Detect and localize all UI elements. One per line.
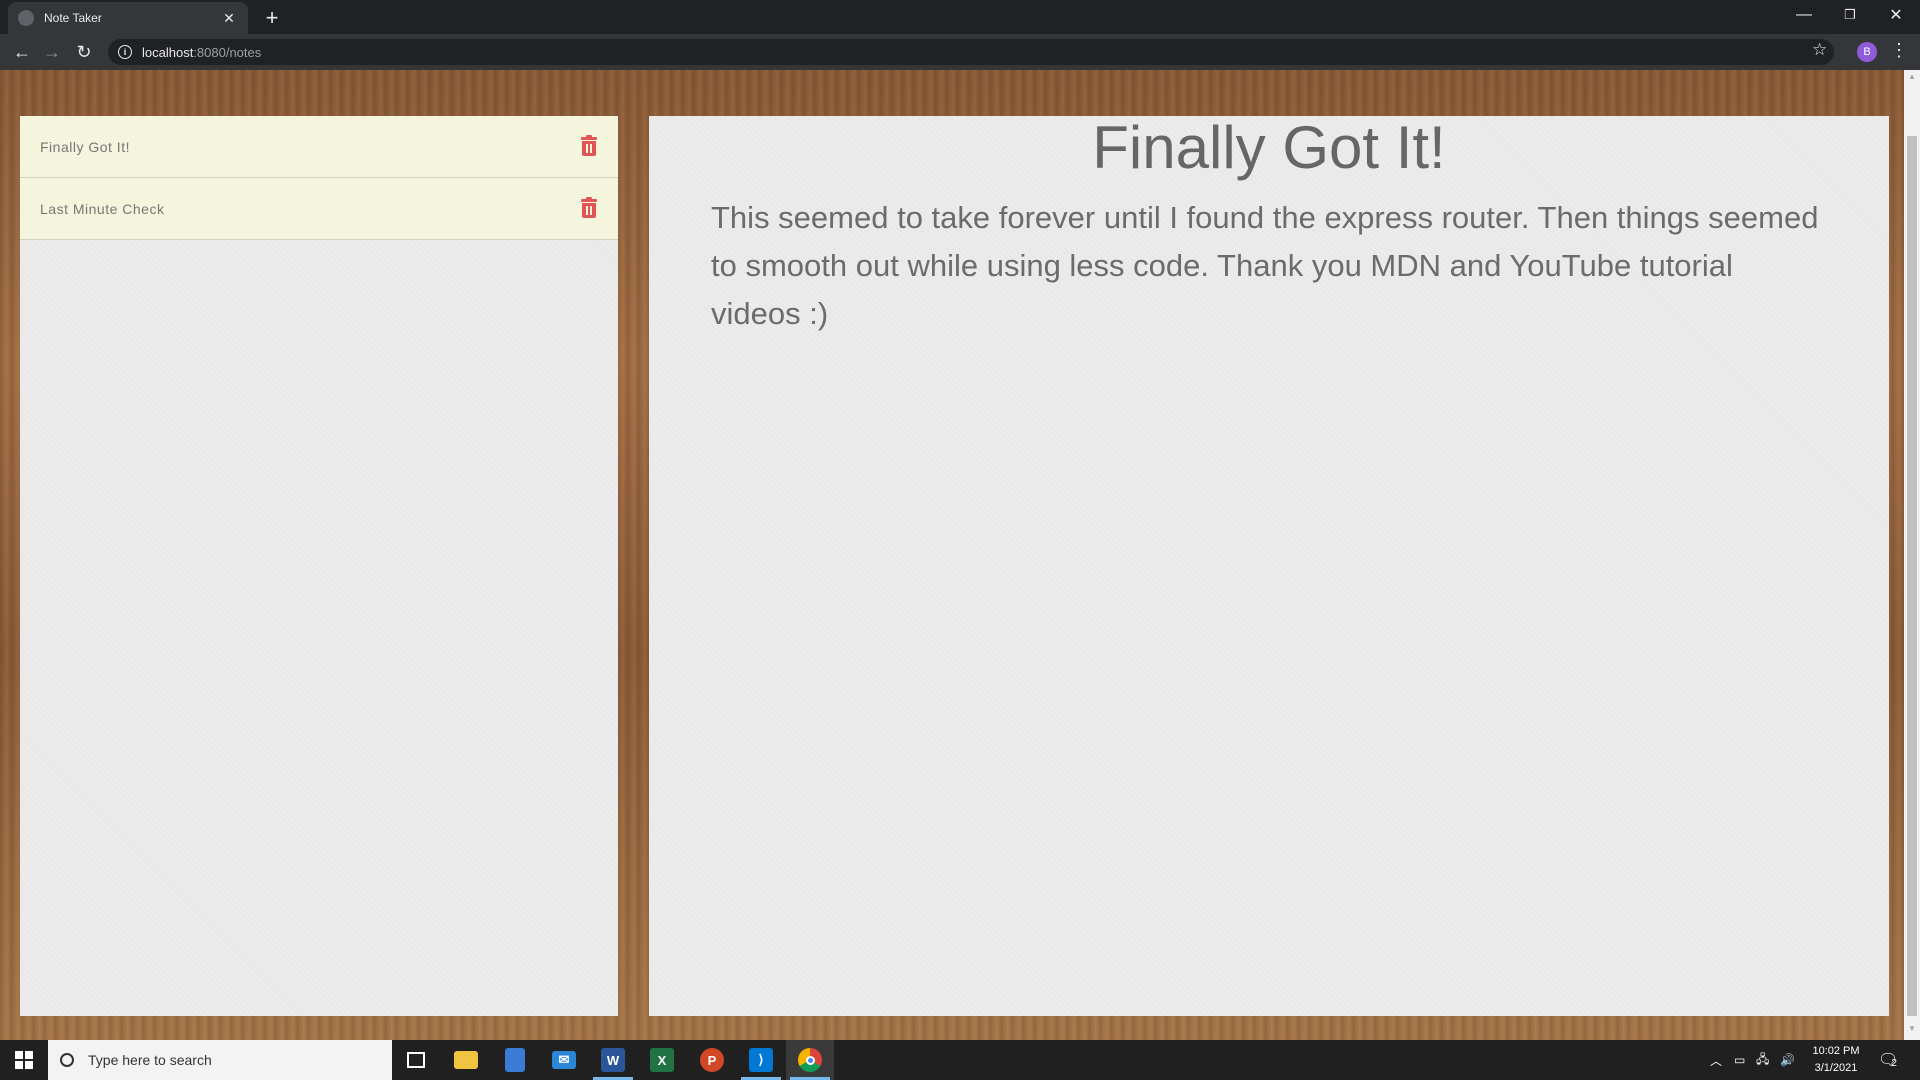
close-window-icon[interactable]: ✕ — [1873, 0, 1919, 30]
scroll-up-icon[interactable]: ▲ — [1904, 72, 1920, 86]
note-list-item-title: Last Minute Check — [40, 200, 165, 217]
browser-toolbar: ← → ↻ i localhost:8080/notes ☆ B ⋮ — [0, 34, 1920, 70]
browser-menu-icon[interactable]: ⋮ — [1890, 40, 1908, 61]
show-hidden-icons[interactable]: ︿ — [1710, 1040, 1722, 1080]
network-icon[interactable]: 🖧 — [1756, 1040, 1769, 1080]
system-clock[interactable]: 10:02 PM 3/1/2021 — [1810, 1043, 1862, 1077]
notes-list-panel: Finally Got It! Last Minute Check — [20, 116, 618, 1016]
profile-avatar[interactable]: B — [1857, 42, 1877, 62]
address-bar[interactable]: i localhost:8080/notes — [108, 39, 1834, 65]
url-host: localhost — [142, 44, 194, 60]
clock-date: 3/1/2021 — [1814, 1062, 1858, 1074]
url-path: :8080/notes — [193, 44, 262, 60]
excel-icon[interactable]: X — [638, 1040, 686, 1080]
search-placeholder: Type here to search — [88, 1052, 212, 1068]
tab-title: Note Taker — [44, 11, 102, 25]
trash-icon[interactable] — [580, 134, 598, 158]
note-list-item[interactable]: Finally Got It! — [20, 116, 618, 178]
note-text[interactable]: This seemed to take forever until I foun… — [711, 194, 1831, 338]
note-detail-panel: Finally Got It! This seemed to take fore… — [649, 114, 1889, 1016]
chrome-icon[interactable] — [786, 1040, 834, 1080]
site-info-icon[interactable]: i — [118, 45, 132, 59]
note-list-item-title: Finally Got It! — [40, 138, 130, 155]
reload-icon[interactable]: ↻ — [70, 38, 98, 66]
forward-arrow-icon[interactable]: → — [38, 38, 66, 66]
back-arrow-icon[interactable]: ← — [8, 38, 36, 66]
scroll-down-icon[interactable]: ▼ — [1904, 1024, 1920, 1038]
page-scrollbar[interactable]: ▲ ▼ — [1904, 70, 1920, 1040]
browser-tab-bar: Note Taker ✕ + — ❐ ✕ — [0, 0, 1920, 34]
restore-icon[interactable]: ❐ — [1827, 0, 1873, 30]
notification-center-icon[interactable]: 🗨 2 — [1878, 1040, 1898, 1080]
clock-time: 10:02 PM — [1812, 1045, 1860, 1057]
bookmark-star-icon[interactable]: ☆ — [1812, 40, 1827, 60]
word-icon[interactable]: W — [589, 1040, 637, 1080]
close-tab-icon[interactable]: ✕ — [220, 10, 238, 27]
notification-count: 2 — [1891, 1057, 1897, 1069]
task-view-icon[interactable] — [392, 1040, 440, 1080]
browser-tab[interactable]: Note Taker ✕ — [8, 2, 248, 34]
meet-now-icon[interactable]: ▭ — [1734, 1040, 1745, 1080]
page-background: Finally Got It! Last Minute Check Finall… — [0, 70, 1920, 1040]
search-icon — [60, 1053, 74, 1067]
minimize-icon[interactable]: — — [1781, 0, 1827, 30]
start-button[interactable] — [0, 1040, 48, 1080]
note-list-item[interactable]: Last Minute Check — [20, 178, 618, 240]
favicon-icon — [18, 10, 34, 26]
trash-icon[interactable] — [580, 196, 598, 220]
file-explorer-icon[interactable] — [442, 1040, 490, 1080]
note-title[interactable]: Finally Got It! — [649, 112, 1889, 184]
new-tab-button[interactable]: + — [258, 4, 286, 32]
powerpoint-icon[interactable]: P — [688, 1040, 736, 1080]
vscode-icon[interactable]: ⟩ — [737, 1040, 785, 1080]
taskbar-search-box[interactable]: Type here to search — [48, 1040, 392, 1080]
windows-logo-icon — [15, 1051, 33, 1069]
store-icon[interactable] — [491, 1040, 539, 1080]
scrollbar-thumb[interactable] — [1907, 136, 1917, 1016]
windows-taskbar: Type here to search ✉ W X P ⟩ ︿ ▭ 🖧 🔊 10… — [0, 1040, 1920, 1080]
mail-icon[interactable]: ✉ — [540, 1040, 588, 1080]
volume-icon[interactable]: 🔊 — [1780, 1040, 1795, 1080]
